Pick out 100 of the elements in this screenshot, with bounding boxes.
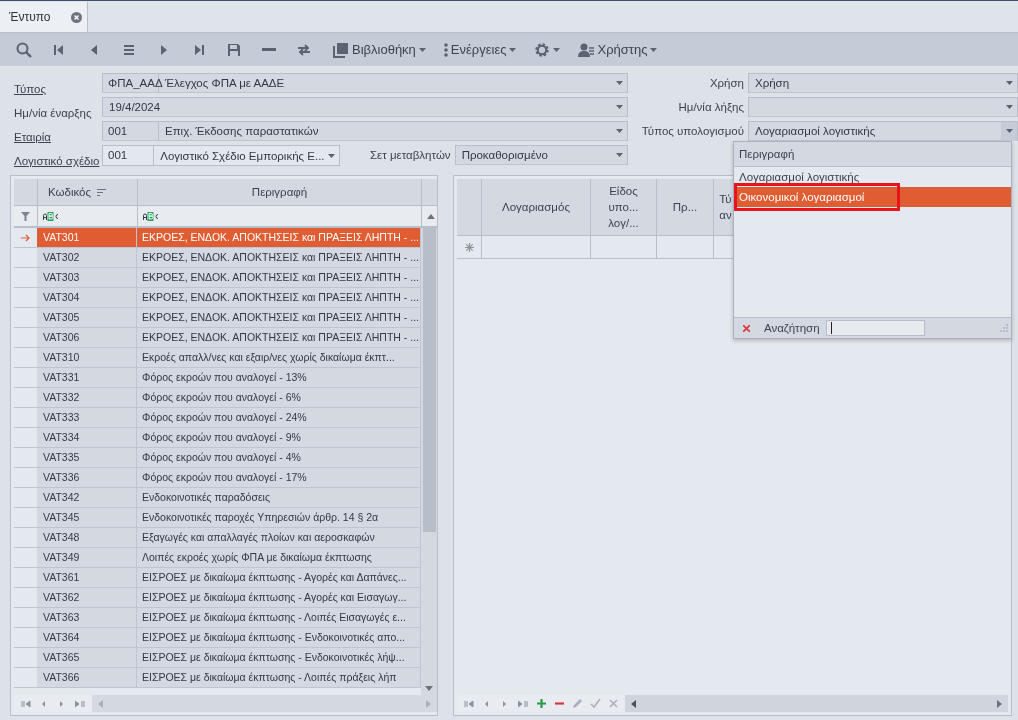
- table-row[interactable]: VAT366 ΕΙΣΡΟΕΣ με δικαίωμα έκπτωσης - Λοιπές πράξεις λήπ: [14, 668, 421, 688]
- table-cell: VAT303: [37, 268, 137, 287]
- search-field[interactable]: [825, 320, 925, 336]
- table-row[interactable]: VAT304 ΕΚΡΟΕΣ, ΕΝΔΟΚ. ΑΠΟΚΤΗΣΕΙΣ και ΠΡΑΞΕΙΣ ΛΗΠΤΗ - ...: [14, 288, 421, 308]
- field-link[interactable]: Λογιστικό σχέδιο: [4, 145, 102, 166]
- column-header[interactable]: Περιγραφή: [138, 179, 422, 205]
- table-row[interactable]: VAT302 ΕΚΡΟΕΣ, ΕΝΔΟΚ. ΑΠΟΚΤΗΣΕΙΣ και ΠΡΑΞΕΙΣ ΛΗΠΤΗ - ...: [14, 248, 421, 268]
- table-cell: VAT363: [37, 608, 137, 627]
- caret-icon: [615, 129, 623, 133]
- menu-button[interactable]: Ενέργειες: [437, 35, 523, 64]
- caret-icon: [1005, 105, 1013, 109]
- table-row[interactable]: VAT334 Φόρος εκροών που αναλογεί - 9%: [14, 428, 421, 448]
- menu-button[interactable]: Βιβλιοθήκη: [327, 35, 432, 64]
- close-icon: [742, 324, 750, 332]
- settings-icon: [534, 41, 551, 58]
- table-cell: VAT331: [37, 368, 137, 387]
- list-item[interactable]: Οικονομικοί λογαριασμοί: [734, 187, 1011, 207]
- table-row[interactable]: VAT301 ΕΚΡΟΕΣ, ΕΝΔΟΚ. ΑΠΟΚΤΗΣΕΙΣ και ΠΡΑΞΕΙΣ ΛΗΠΤΗ - ...: [14, 228, 421, 248]
- scroll-right-icon: [997, 699, 1002, 708]
- field-link[interactable]: Εταιρία: [4, 121, 102, 142]
- dropdown-field[interactable]: 19/4/2024: [102, 97, 628, 117]
- table-row[interactable]: VAT303 ΕΚΡΟΕΣ, ΕΝΔΟΚ. ΑΠΟΚΤΗΣΕΙΣ και ΠΡΑΞΕΙΣ ΛΗΠΤΗ - ...: [14, 268, 421, 288]
- dropdown-button[interactable]: [1001, 121, 1017, 141]
- menu-button[interactable]: Χρήστης: [572, 35, 664, 64]
- table-row[interactable]: VAT342 Ενδοκοινοτικές παραδόσεις: [14, 488, 421, 508]
- field-label: Τύπος υπολογισμού: [640, 124, 745, 139]
- table-cell: VAT345: [37, 508, 137, 527]
- table-row[interactable]: VAT310 Εκροές απαλλ/νες και εξαιρ/νες χωρίς δικαίωμα έκπτ...: [14, 348, 421, 368]
- table-cell: VAT349: [37, 548, 137, 567]
- caret-icon: [615, 105, 623, 109]
- caret-icon: [615, 153, 623, 157]
- search-icon: [15, 41, 32, 58]
- table-row[interactable]: VAT335 Φόρος εκροών που αναλογεί - 4%: [14, 448, 421, 468]
- table-row[interactable]: VAT365 ΕΙΣΡΟΕΣ με δικαίωμα έκπτωσης - Ενδοκοινοτικές λήψ...: [14, 648, 421, 668]
- list-item[interactable]: Λογαριασμοί λογιστικής: [734, 167, 1011, 187]
- lookup-field[interactable]: ΦΠΑ_ΑΑΔ Έλεγχος ΦΠΑ με ΑΑΔΕ: [102, 73, 628, 93]
- lookup-field[interactable]: 001 Λογιστικό Σχέδιο Εμπορικής Ε...: [102, 145, 340, 166]
- tab[interactable]: Έντυπο: [0, 2, 88, 32]
- table-row[interactable]: VAT305 ΕΚΡΟΕΣ, ΕΝΔΟΚ. ΑΠΟΚΤΗΣΕΙΣ και ΠΡΑΞΕΙΣ ΛΗΠΤΗ - ...: [14, 308, 421, 328]
- field-label: Χρήση: [708, 76, 745, 91]
- table-cell: VAT335: [37, 448, 137, 467]
- column-header[interactable]: Τύ αν: [714, 179, 736, 235]
- filter-icon: [21, 211, 30, 221]
- table-cell: VAT304: [37, 288, 137, 307]
- table-cell: VAT305: [37, 308, 137, 327]
- table-row[interactable]: VAT336 Φόρος εκροών που αναλογεί - 17%: [14, 468, 421, 488]
- table-row[interactable]: VAT345 Ενδοκοινοτικές παροχές Υπηρεσιών άρθρ. 14 § 2α: [14, 508, 421, 528]
- column-header[interactable]: Λογαριασμός: [482, 179, 591, 235]
- table-row[interactable]: VAT364 ΕΙΣΡΟΕΣ με δικαίωμα έκπτωσης - Ενδοκοινοτικές απο...: [14, 628, 421, 648]
- scroll-left-icon: [631, 699, 636, 708]
- scroll-thumb[interactable]: [423, 228, 436, 532]
- column-header[interactable]: Είδος υπο... λογ/...: [591, 179, 657, 235]
- caret-icon: [1005, 81, 1013, 85]
- table-row[interactable]: VAT363 ΕΙΣΡΟΕΣ με δικαίωμα έκπτωσης - Λοιπές Εισαγωγές ε...: [14, 608, 421, 628]
- dropdown-field[interactable]: Λογαριασμοί λογιστικής: [748, 121, 1018, 141]
- check-button[interactable]: [587, 696, 603, 711]
- table-row[interactable]: VAT362 ΕΙΣΡΟΕΣ με δικαίωμα έκπτωσης - Αγορές και Εισαγωγ...: [14, 588, 421, 608]
- table-cell: VAT348: [37, 528, 137, 547]
- refresh-icon: [295, 41, 312, 58]
- dropdown-field[interactable]: Προκαθορισμένο: [454, 145, 628, 165]
- table-cell: VAT362: [37, 588, 137, 607]
- dropdown-field[interactable]: Χρήση: [748, 73, 1018, 93]
- list-header: Περιγραφή: [734, 142, 1011, 167]
- add-icon: [535, 698, 547, 709]
- column-header[interactable]: Πρ...: [657, 179, 714, 235]
- cancel-icon: [607, 698, 619, 709]
- lookup-field[interactable]: 001 Επιχ. Έκδοσης παραστατικών: [102, 121, 628, 141]
- horizontal-scrollbar[interactable]: [625, 695, 1008, 712]
- table-cell: VAT342: [37, 488, 137, 507]
- save-icon: [225, 41, 242, 58]
- caret-icon: [328, 153, 336, 158]
- scroll-down-icon: [425, 686, 433, 691]
- minus-icon: [261, 48, 276, 51]
- scrollbar[interactable]: [421, 228, 437, 695]
- horizontal-scrollbar[interactable]: [92, 695, 437, 712]
- check-icon: [589, 698, 601, 709]
- resize-grip-icon: [1000, 324, 1008, 332]
- table-row[interactable]: VAT348 Εξαγωγές και απαλλαγές πλοίων και αεροσκαφών: [14, 528, 421, 548]
- book-icon: [333, 41, 349, 58]
- caret-icon: [553, 47, 561, 52]
- user-icon: [578, 41, 595, 58]
- column-header[interactable]: Κωδικός: [38, 179, 138, 205]
- table-row[interactable]: VAT349 Λοιπές εκροές χωρίς ΦΠΑ με δικαίωμα έκπτωσης: [14, 548, 421, 568]
- table-cell: VAT332: [37, 388, 137, 407]
- table-row[interactable]: VAT306 ΕΚΡΟΕΣ, ΕΝΔΟΚ. ΑΠΟΚΤΗΣΕΙΣ και ΠΡΑΞΕΙΣ ΛΗΠΤΗ - ...: [14, 328, 421, 348]
- table-row[interactable]: VAT333 Φόρος εκροών που αναλογεί - 24%: [14, 408, 421, 428]
- caret-icon: [509, 47, 517, 52]
- table-cell: VAT306: [37, 328, 137, 347]
- table-row[interactable]: VAT361 ΕΙΣΡΟΕΣ με δικαίωμα έκπτωσης - Αγορές και Δαπάνες...: [14, 568, 421, 588]
- table-cell: VAT365: [37, 648, 137, 667]
- first-icon: [21, 699, 31, 708]
- field-link[interactable]: Τύπος: [4, 73, 102, 94]
- dropdown-field[interactable]: [748, 97, 1018, 117]
- new-row-icon: [464, 242, 474, 252]
- field-label: Ημ/νία έναρξης: [13, 106, 93, 118]
- more-icon: [443, 42, 448, 57]
- table-row[interactable]: VAT331 Φόρος εκροών που αναλογεί - 13%: [14, 368, 421, 388]
- table-row[interactable]: VAT332 Φόρος εκροών που αναλογεί - 6%: [14, 388, 421, 408]
- field-label: Ημ/νία λήξης: [677, 100, 745, 115]
- table-cell: VAT334: [37, 428, 137, 447]
